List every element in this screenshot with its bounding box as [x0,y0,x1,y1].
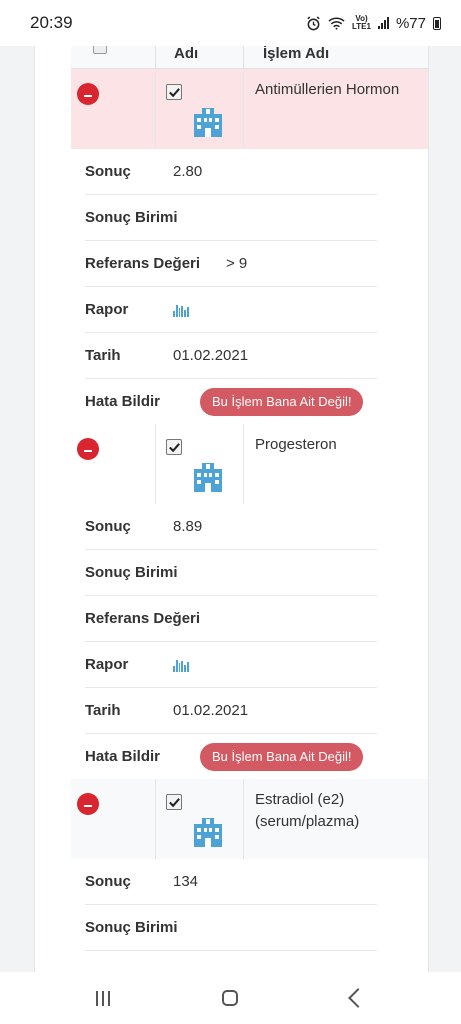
date-value: 01.02.2021 [173,347,249,364]
results-table: Adı İşlem Adı Antimüllerien Hormon Sonuç… [71,46,428,951]
report-row: Rapor [85,642,377,688]
unit-row: Sonuç Birimi [85,905,377,951]
unit-label: Sonuç Birimi [85,209,178,226]
date-label: Tarih [85,347,121,364]
unit-label: Sonuç Birimi [85,919,178,936]
operation-name: Progesteron [255,436,337,453]
recents-icon[interactable] [96,990,111,1006]
alarm-icon [307,15,320,30]
not-mine-button[interactable]: Bu İşlem Bana Ait Değil! [200,742,364,771]
battery-percent: %77 [395,14,426,32]
home-icon[interactable] [222,990,239,1006]
collapse-button[interactable] [77,438,99,460]
status-bar: 20:39 Vo) LTE1 %77 [0,0,461,46]
report-error-row: Hata Bildir Bu İşlem Bana Ait Değil! [85,379,377,424]
collapse-button[interactable] [77,793,99,815]
table-header: Adı İşlem Adı [71,46,428,69]
volte-icon: Vo) LTE1 [352,14,371,31]
row-checkbox[interactable] [166,794,182,810]
date-value: 01.02.2021 [173,702,249,719]
signal-icon [377,17,389,29]
table-row[interactable]: Progesteron [71,424,428,504]
report-label: Rapor [85,301,129,318]
row-checkbox[interactable] [166,84,182,100]
not-mine-button[interactable]: Bu İşlem Bana Ait Değil! [200,387,364,416]
unit-label: Sonuç Birimi [85,564,178,581]
date-label: Tarih [85,702,121,719]
date-row: Tarih 01.02.2021 [85,688,377,734]
battery-icon [433,16,441,30]
report-error-row: Hata Bildir Bu İşlem Bana Ait Değil! [85,734,377,779]
column-name: Adı [174,46,199,62]
row-checkbox[interactable] [166,439,182,455]
result-label: Sonuç [85,163,131,180]
operation-name: Estradiol (e2) (serum/plazma) [255,791,360,830]
back-icon[interactable] [347,988,368,1008]
unit-row: Sonuç Birimi [85,550,377,596]
hospital-building-icon [194,108,222,137]
date-row: Tarih 01.02.2021 [85,333,377,379]
report-error-label: Hata Bildir [85,748,161,765]
reference-label: Referans Değeri [85,255,201,272]
hospital-building-icon [194,463,222,492]
select-all-checkbox[interactable] [93,46,107,54]
result-label: Sonuç [85,518,131,535]
operation-name: Antimüllerien Hormon [255,81,400,98]
status-time: 20:39 [30,13,73,32]
report-error-label: Hata Bildir [85,393,161,410]
report-chart-icon[interactable] [173,303,189,317]
page-frame: Adı İşlem Adı Antimüllerien Hormon Sonuç… [34,46,429,972]
reference-row: Referans Değeri [85,596,377,642]
report-chart-icon[interactable] [173,658,189,672]
wifi-icon [328,17,345,30]
result-value: 134 [173,873,199,890]
result-label: Sonuç [85,873,131,890]
result-value: 2.80 [173,163,203,180]
report-label: Rapor [85,656,129,673]
reference-label: Referans Değeri [85,610,201,627]
unit-row: Sonuç Birimi [85,195,377,241]
reference-row: Referans Değeri > 9 [85,241,377,287]
result-value: 8.89 [173,518,203,535]
report-row: Rapor [85,287,377,333]
result-row: Sonuç 134 [85,859,377,905]
system-nav-bar [0,972,461,1024]
column-operation: İşlem Adı [263,46,330,62]
table-row[interactable]: Antimüllerien Hormon [71,69,428,149]
status-icons: Vo) LTE1 %77 [306,15,441,32]
hospital-building-icon [194,818,222,847]
reference-value: > 9 [226,255,248,272]
result-row: Sonuç 2.80 [85,149,377,195]
collapse-button[interactable] [77,83,99,105]
result-row: Sonuç 8.89 [85,504,377,550]
table-row[interactable]: Estradiol (e2) (serum/plazma) [71,779,428,859]
